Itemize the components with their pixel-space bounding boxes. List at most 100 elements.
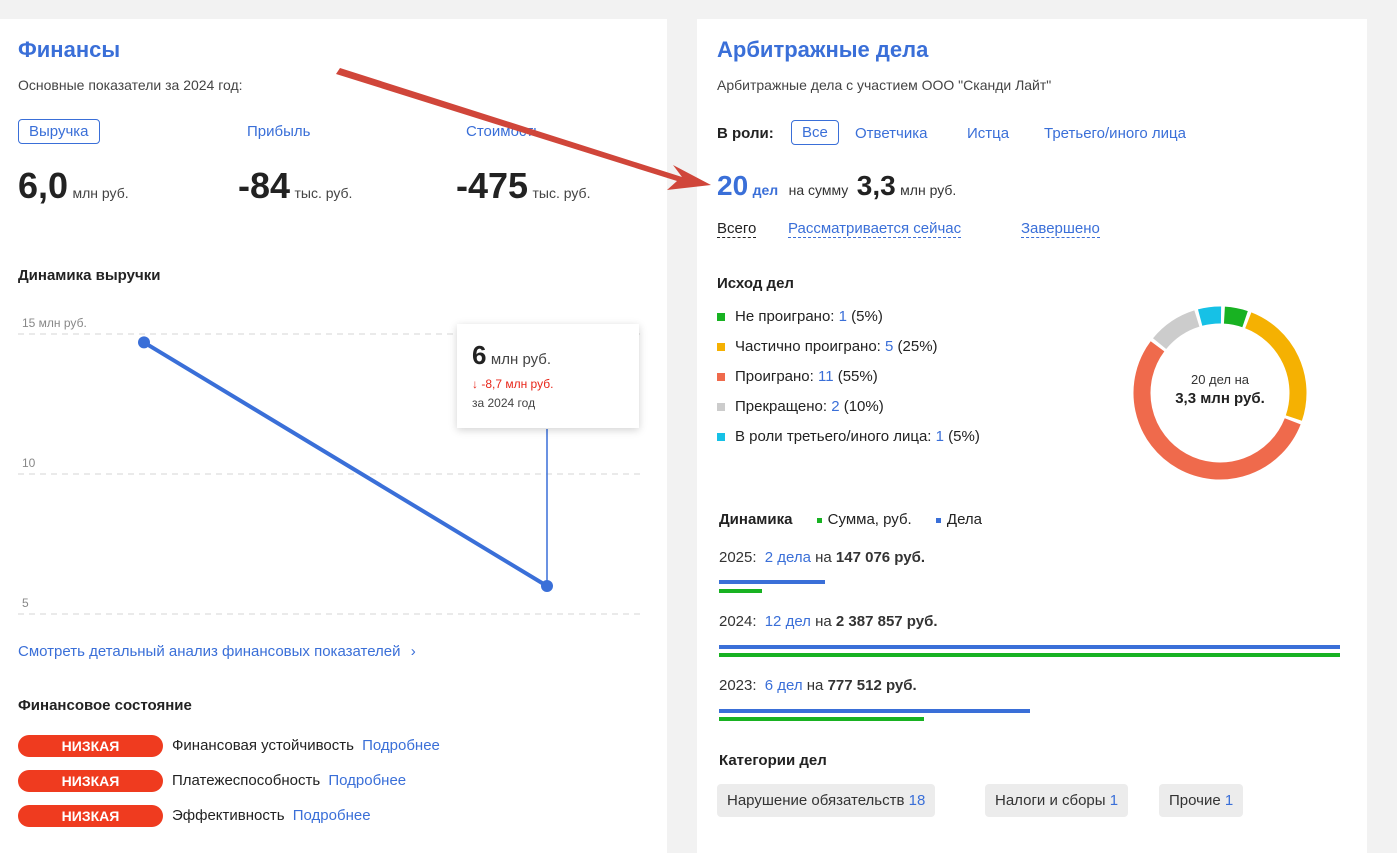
year-label: 2025:: [719, 549, 757, 566]
outcome-item: Частично проиграно: 5 (25%): [717, 338, 938, 355]
sum-bar: [719, 589, 762, 593]
outcome-label: Частично проиграно:: [735, 338, 881, 355]
finance-title: Финансы: [18, 37, 121, 62]
role-tab-plaintiff[interactable]: Истца: [967, 125, 1009, 142]
year-on: на: [815, 549, 832, 566]
donut-segment[interactable]: [1197, 306, 1222, 326]
fin-state-name: Эффективность: [172, 807, 285, 824]
tooltip-unit: млн руб.: [490, 351, 552, 368]
cases-bar: [719, 580, 825, 584]
detail-analysis-link[interactable]: Смотреть детальный анализ финансовых пок…: [18, 643, 416, 660]
legend-cases: Дела: [946, 511, 983, 528]
metric-revenue-value: 6,0: [18, 165, 69, 206]
cases-count: 20: [717, 170, 749, 201]
role-tab-all[interactable]: Все: [791, 120, 839, 145]
metric-profit-unit: тыс. руб.: [294, 185, 353, 201]
chart-tooltip: 6 млн руб. ↓ -8,7 млн руб. за 2024 год: [457, 324, 639, 428]
legend-sum: Сумма, руб.: [827, 511, 912, 528]
data-point[interactable]: [138, 336, 150, 349]
sum-label: на сумму: [788, 182, 849, 198]
category-count: 1: [1224, 792, 1234, 809]
category-chip[interactable]: Налоги и сборы 1: [985, 784, 1129, 817]
legend-square-icon: [717, 433, 725, 442]
donut-center-line2: 3,3 млн руб.: [1175, 390, 1265, 407]
outcome-count[interactable]: 11: [818, 368, 834, 385]
donut-segment[interactable]: [1223, 306, 1248, 328]
outcome-label: Не проиграно:: [735, 308, 835, 325]
outcome-pct: (5%): [851, 308, 883, 325]
categories-title: Категории дел: [719, 752, 827, 769]
role-tab-third-party[interactable]: Третьего/иного лица: [1044, 125, 1186, 142]
category-chip[interactable]: Нарушение обязательств 18: [717, 784, 936, 817]
category-label: Налоги и сборы: [995, 792, 1106, 809]
tooltip-main: 6 млн руб.: [472, 340, 551, 371]
year-cases-link[interactable]: 2 дела: [765, 549, 811, 566]
arb-subtitle: Арбитражные дела с участием ООО "Сканди …: [717, 77, 1052, 93]
metric-profit: -84 тыс. руб.: [238, 165, 352, 207]
legend-square-icon: [816, 517, 822, 523]
status-badge: НИЗКАЯ: [18, 805, 163, 827]
status-badge: НИЗКАЯ: [18, 735, 163, 757]
y-tick-label: 15 млн руб.: [22, 316, 87, 330]
year-row: 2024: 12 дел на 2 387 857 руб.: [719, 613, 938, 630]
year-cases-link[interactable]: 6 дел: [765, 677, 803, 694]
role-label: В роли:: [717, 125, 774, 142]
year-cases-link[interactable]: 12 дел: [765, 613, 811, 630]
finance-subtitle: Основные показатели за 2024 год:: [18, 77, 243, 93]
legend-square-icon: [717, 313, 725, 322]
data-point[interactable]: [541, 580, 553, 592]
legend-square-icon: [717, 373, 725, 382]
donut-segment[interactable]: [1133, 341, 1301, 480]
role-tab-defendant[interactable]: Ответчика: [855, 125, 927, 142]
dynamics-header: Динамика Сумма, руб. Дела: [719, 511, 982, 528]
year-label: 2023:: [719, 677, 757, 694]
outcome-label: Проиграно:: [735, 368, 814, 385]
tooltip-change: ↓ -8,7 млн руб.: [472, 377, 554, 391]
year-row: 2023: 6 дел на 777 512 руб.: [719, 677, 917, 694]
outcome-pct: (25%): [897, 338, 938, 355]
outcome-count[interactable]: 2: [831, 398, 839, 415]
fin-state-name: Платежеспособность: [172, 772, 321, 789]
tooltip-period: за 2024 год: [472, 396, 536, 410]
tab-cost[interactable]: Стоимость: [466, 123, 541, 140]
cases-summary: 20 дел на сумму 3,3 млн руб.: [717, 170, 956, 202]
donut-segment[interactable]: [1153, 310, 1200, 350]
fin-state-title: Финансовое состояние: [18, 697, 192, 714]
outcome-count[interactable]: 5: [885, 338, 893, 355]
metric-profit-value: -84: [238, 165, 291, 206]
sum-value: 3,3: [856, 170, 896, 201]
category-chip[interactable]: Прочие 1: [1159, 784, 1244, 817]
details-link[interactable]: Подробнее: [362, 737, 440, 754]
year-sum: 777 512 руб.: [827, 677, 917, 694]
tab-profit[interactable]: Прибыль: [247, 123, 310, 140]
y-tick-label: 10: [22, 456, 36, 470]
year-row: 2025: 2 дела на 147 076 руб.: [719, 549, 925, 566]
fin-state-label: Эффективность Подробнее: [172, 807, 371, 824]
category-count: 18: [908, 792, 926, 809]
tab-revenue[interactable]: Выручка: [18, 119, 100, 144]
outcome-title: Исход дел: [717, 275, 794, 292]
outcome-count[interactable]: 1: [936, 428, 944, 445]
fin-state-name: Финансовая устойчивость: [172, 737, 354, 754]
filter-completed[interactable]: Завершено: [1021, 220, 1100, 238]
finance-card: Финансы Основные показатели за 2024 год:…: [0, 19, 667, 853]
legend-square-icon: [717, 403, 725, 412]
y-tick-label: 5: [22, 596, 29, 610]
filter-in-progress[interactable]: Рассматривается сейчас: [788, 220, 962, 238]
cases-bar: [719, 645, 1340, 649]
metric-cost-value: -475: [456, 165, 529, 206]
outcome-pct: (10%): [843, 398, 884, 415]
metric-cost: -475 тыс. руб.: [456, 165, 590, 207]
filter-all[interactable]: Всего: [717, 220, 757, 238]
details-link[interactable]: Подробнее: [293, 807, 371, 824]
dynamics-title: Динамика: [719, 511, 793, 528]
outcome-count[interactable]: 1: [839, 308, 847, 325]
status-badge: НИЗКАЯ: [18, 770, 163, 792]
metric-revenue: 6,0 млн руб.: [18, 165, 129, 207]
details-link[interactable]: Подробнее: [328, 772, 406, 789]
metric-revenue-unit: млн руб.: [72, 185, 129, 201]
tooltip-value: 6: [472, 340, 487, 370]
cases-count-unit: дел: [752, 182, 779, 198]
arb-title: Арбитражные дела: [717, 37, 929, 62]
legend-square-icon: [935, 517, 941, 523]
